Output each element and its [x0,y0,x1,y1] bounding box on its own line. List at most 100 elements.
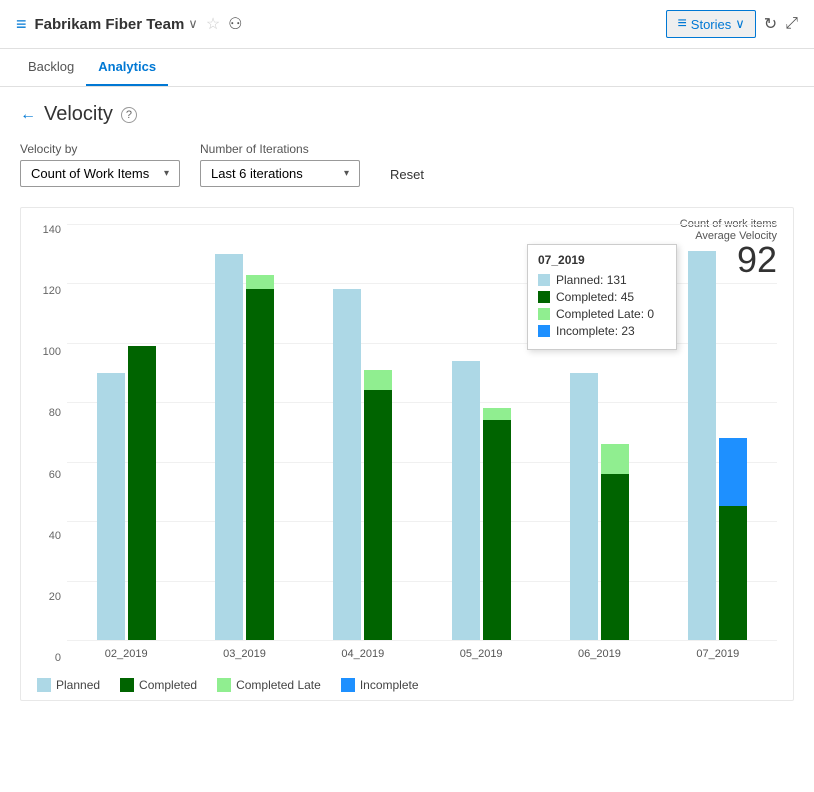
tooltip-title: 07_2019 [538,253,666,267]
bar-stack [719,438,747,640]
y-axis-label: 60 [37,469,61,481]
back-button[interactable]: ← [20,106,36,124]
bar-completed[interactable] [246,289,274,640]
page-title: Velocity [44,103,113,126]
legend-label: Planned [56,678,100,692]
expand-icon[interactable]: ⤢ [785,15,798,33]
tooltip-swatch [538,291,550,303]
tab-backlog[interactable]: Backlog [16,49,86,86]
tooltip-text: Completed: 45 [556,290,634,304]
app-icon: ≡ [16,14,27,35]
y-axis-label: 100 [37,346,61,358]
page-header: ← Velocity ? [20,103,794,126]
nav-tabs: Backlog Analytics [0,49,814,87]
legend-item: Incomplete [341,678,419,692]
header: ≡ Fabrikam Fiber Team ∨ ☆ ⚇ ≡ Stories ∨ … [0,0,814,49]
chart-area: Count of work items Average Velocity 92 … [20,207,794,701]
iterations-value: Last 6 iterations [211,166,303,181]
bar-incomplete[interactable] [719,438,747,506]
y-axis-label: 140 [37,224,61,236]
bar-label: 07_2019 [696,648,739,660]
bar-group: 02_2019 [67,346,185,640]
bar-stack [483,408,511,640]
bar-label: 02_2019 [105,648,148,660]
bar-planned[interactable] [333,289,361,640]
bar-group: 05_2019 [422,361,540,640]
legend-swatch [37,678,51,692]
bar-planned[interactable] [215,254,243,640]
legend: Planned Completed Completed Late Incomplete [37,672,777,692]
team-chevron-icon[interactable]: ∨ [188,16,198,32]
velocity-by-chevron-icon: ▾ [164,168,169,179]
legend-item: Completed Late [217,678,321,692]
tooltip-text: Completed Late: 0 [556,307,654,321]
bar-label: 05_2019 [460,648,503,660]
bar-label: 03_2019 [223,648,266,660]
legend-label: Completed Late [236,678,321,692]
bar-label: 06_2019 [578,648,621,660]
bar-label: 04_2019 [341,648,384,660]
bar-completed-late[interactable] [364,370,392,391]
bar-completed[interactable] [601,474,629,640]
legend-label: Completed [139,678,197,692]
team-name: Fabrikam Fiber Team [35,16,185,33]
legend-label: Incomplete [360,678,419,692]
bar-planned[interactable] [688,251,716,640]
legend-swatch [217,678,231,692]
bar-completed-late[interactable] [246,275,274,290]
tooltip-swatch [538,325,550,337]
header-right: ≡ Stories ∨ ↻ ⤢ [666,10,798,38]
help-icon[interactable]: ? [121,107,137,123]
legend-swatch [120,678,134,692]
stories-icon: ≡ [677,15,686,33]
velocity-by-value: Count of Work Items [31,166,149,181]
team-members-icon[interactable]: ⚇ [228,14,242,34]
iterations-chevron-icon: ▾ [344,168,349,179]
stories-button[interactable]: ≡ Stories ∨ [666,10,755,38]
bar-completed[interactable] [483,420,511,640]
tooltip-row: Incomplete: 23 [538,324,666,338]
iterations-label: Number of Iterations [200,142,360,156]
stories-label: Stories [691,17,731,32]
bar-planned[interactable] [570,373,598,640]
velocity-by-dropdown[interactable]: Count of Work Items ▾ [20,160,180,187]
favorite-icon[interactable]: ☆ [206,14,220,34]
bar-stack [246,275,274,640]
refresh-icon[interactable]: ↻ [764,14,777,34]
tooltip-row: Planned: 131 [538,273,666,287]
bar-group: 06_2019 [540,373,658,640]
reset-button[interactable]: Reset [380,162,434,187]
legend-item: Planned [37,678,100,692]
velocity-by-group: Velocity by Count of Work Items ▾ [20,142,180,187]
bar-group: 03_2019 [185,254,303,640]
bar-completed[interactable] [128,346,156,640]
bar-stack [364,370,392,640]
bar-stack [128,346,156,640]
tooltip-swatch [538,308,550,320]
chart-inner: 02_201903_201904_201905_201906_201907_20… [67,224,777,664]
tooltip-row: Completed Late: 0 [538,307,666,321]
controls: Velocity by Count of Work Items ▾ Number… [20,142,794,187]
stories-chevron-icon: ∨ [735,16,745,32]
bar-completed-late[interactable] [601,444,629,474]
bar-planned[interactable] [97,373,125,640]
y-axis-label: 120 [37,285,61,297]
tooltip-text: Incomplete: 23 [556,324,635,338]
bar-completed-late[interactable] [483,408,511,420]
iterations-group: Number of Iterations Last 6 iterations ▾ [200,142,360,187]
chart-wrapper: 020406080100120140 02_201903_201904_2019… [37,224,777,664]
tooltip: 07_2019 Planned: 131 Completed: 45 Complet… [527,244,677,350]
legend-swatch [341,678,355,692]
y-axis-label: 80 [37,407,61,419]
y-axis-label: 40 [37,530,61,542]
bar-planned[interactable] [452,361,480,640]
tooltip-text: Planned: 131 [556,273,627,287]
tab-analytics[interactable]: Analytics [86,49,168,86]
bar-group: 04_2019 [304,289,422,640]
velocity-by-label: Velocity by [20,142,180,156]
bar-completed[interactable] [364,390,392,640]
iterations-dropdown[interactable]: Last 6 iterations ▾ [200,160,360,187]
tooltip-swatch [538,274,550,286]
bar-completed[interactable] [719,506,747,640]
y-axis: 020406080100120140 [37,224,67,664]
